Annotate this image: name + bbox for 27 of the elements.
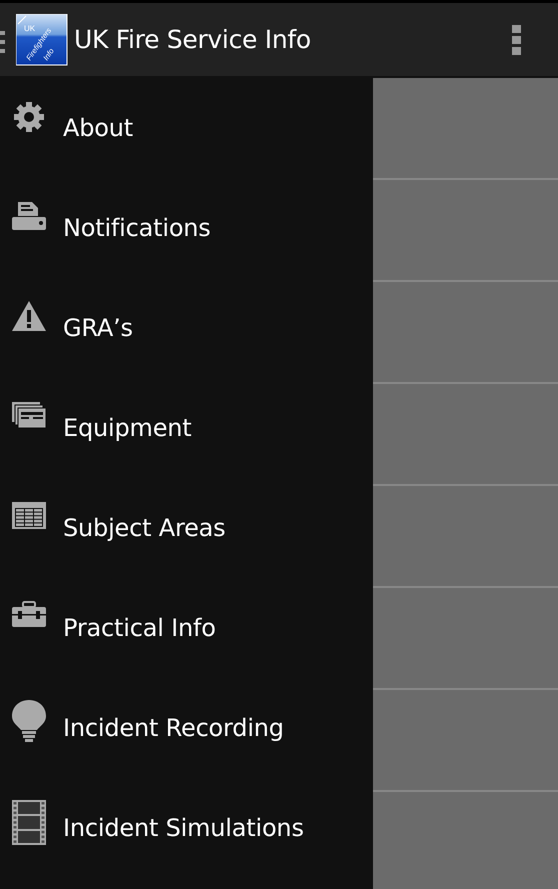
drawer-item-label: Practical Info [63,614,216,642]
drawer-item-label: Incident Simulations [63,814,304,842]
app-title: UK Fire Service Info [74,25,311,54]
drawer-item[interactable]: GRA’s [0,278,373,378]
drawer-item-label: About [63,114,133,142]
drawer-item[interactable]: Notifications [0,178,373,278]
drawer-item-label: Incident Recording [63,714,284,742]
printer-icon [12,200,47,232]
drawer-item-label: Notifications [63,214,211,242]
drawer-item[interactable]: Subject Areas [0,478,373,578]
cards-icon [12,400,47,430]
drawer-item-label: Equipment [63,414,192,442]
drawer-item[interactable]: Incident Recording [0,678,373,778]
overflow-menu-icon[interactable] [512,24,521,54]
warning-icon [12,300,47,332]
drawer-item[interactable]: About [0,78,373,178]
gear-icon [12,100,47,134]
drawer-item-label: Subject Areas [63,514,226,542]
toolbox-icon [12,600,47,630]
drawer-item-label: GRA’s [63,314,133,342]
film-strip-icon [12,800,47,845]
drawer-indicator-icon[interactable] [0,30,6,52]
table-icon [12,500,47,530]
drawer-item[interactable]: Practical Info [0,578,373,678]
drawer-item[interactable]: Equipment [0,378,373,478]
light-bulb-icon [12,700,47,742]
drawer-item[interactable]: Incident Simulations [0,778,373,878]
